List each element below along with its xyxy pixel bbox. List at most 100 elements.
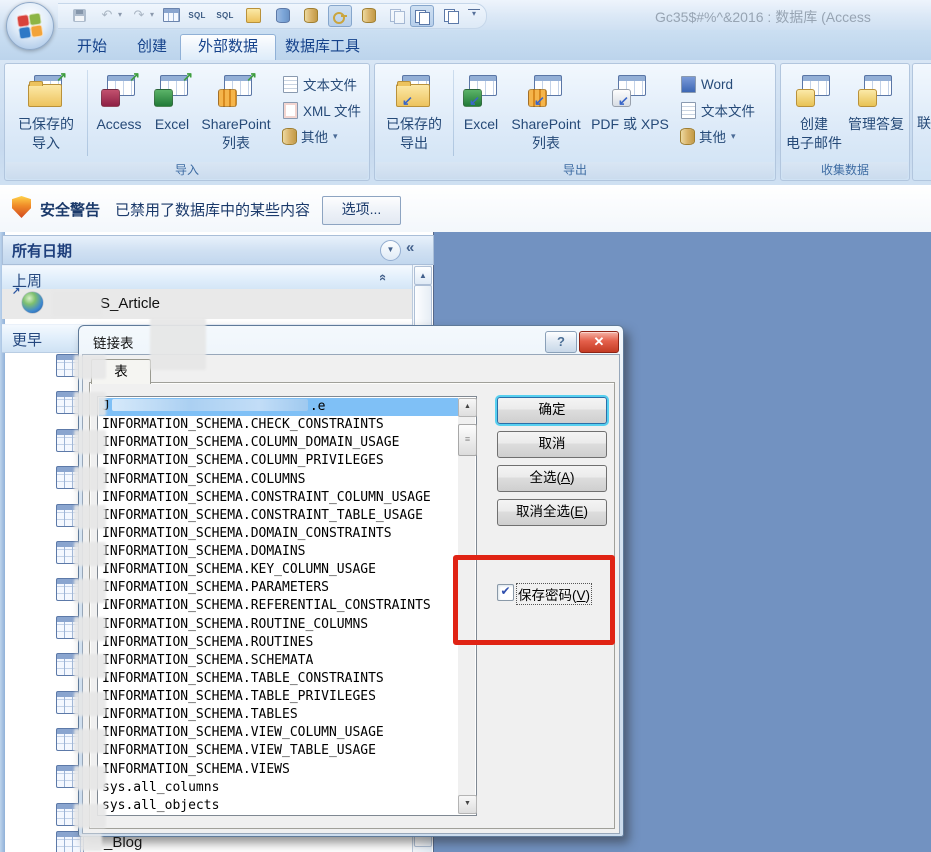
window-title: Gc35$#%^&2016 : 数据库 (Access — [655, 7, 871, 27]
deselect-all-button[interactable]: 取消全选(E) — [497, 499, 607, 526]
table-list-item[interactable]: sys.all_objects — [99, 797, 458, 814]
sharepoint-icon: ↗ — [218, 75, 254, 107]
import-text-file-button[interactable]: 文本文件 — [283, 73, 357, 95]
print-pages-icon[interactable] — [440, 5, 462, 25]
table-list-item[interactable]: INFORMATION_SCHEMA.TABLE_CONSTRAINTS — [99, 670, 458, 688]
table-list-item[interactable]: INFORMATION_SCHEMA.ROUTINES — [99, 634, 458, 652]
table-list-item[interactable]: sys.all_columns — [99, 779, 458, 797]
close-icon[interactable]: ✕ — [579, 331, 619, 353]
chevron-down-icon: ▾ — [333, 131, 338, 142]
ok-button[interactable]: 确定 — [497, 397, 607, 424]
table-list-item[interactable]: INFORMATION_SCHEMA.COLUMN_PRIVILEGES — [99, 452, 458, 470]
office-button[interactable] — [6, 2, 54, 50]
export-more-button[interactable]: 其他▾ — [681, 125, 736, 147]
access-window: Gc35$#%^&2016 : 数据库 (Access ↶ ▾ ↷ ▾ SQL … — [0, 0, 931, 852]
import-sharepoint-button[interactable]: ↗ SharePoint列表 — [195, 67, 277, 159]
save-icon[interactable] — [68, 5, 90, 25]
cancel-button[interactable]: 取消 — [497, 431, 607, 458]
manage-replies-icon — [858, 75, 894, 107]
linked-table-icon[interactable] — [300, 5, 322, 25]
table-list-item[interactable]: INFORMATION_SCHEMA.TABLES — [99, 706, 458, 724]
sql-query-icon[interactable]: SQL — [214, 5, 236, 25]
select-all-button[interactable]: 全选(A) — [497, 465, 607, 492]
table-list-item[interactable]: INFORMATION_SCHEMA.VIEW_COLUMN_USAGE — [99, 724, 458, 742]
ribbon: ↗ 已保存的导入 ↗ Access ↗ Excel ↗ SharePoint列表… — [0, 60, 931, 186]
table-list-item[interactable]: INFORMATION_SCHEMA.PARAMETERS — [99, 579, 458, 597]
table-list-item[interactable]: INFORMATION_SCHEMA.REFERENTIAL_CONSTRAIN… — [99, 597, 458, 615]
export-pdf-xps-button[interactable]: ↙ PDF 或 XPS — [587, 67, 673, 159]
dialog-title: 链接表 — [93, 332, 134, 352]
import-xml-file-button[interactable]: XML 文件 — [283, 99, 361, 121]
nav-menu-dropdown-icon[interactable]: ▼ — [380, 240, 401, 261]
ribbon-group-import: ↗ 已保存的导入 ↗ Access ↗ Excel ↗ SharePoint列表… — [4, 63, 370, 181]
table-list-item[interactable]: INFORMATION_SCHEMA.DOMAINS — [99, 543, 458, 561]
redacted-patch — [150, 318, 206, 370]
sql-view-icon[interactable]: SQL — [186, 5, 208, 25]
nav-item-article-label[interactable]: S_Article — [100, 295, 160, 312]
redo-icon[interactable]: ↷ — [128, 5, 150, 25]
help-icon[interactable]: ? — [545, 331, 577, 353]
import-access-button[interactable]: ↗ Access — [89, 67, 149, 159]
export-sharepoint-button[interactable]: ↙ SharePoint列表 — [505, 67, 587, 159]
table-list-item[interactable]: INFORMATION_SCHEMA.COLUMN_DOMAIN_USAGE — [99, 434, 458, 452]
redacted-patch — [74, 392, 106, 416]
redacted-patch — [74, 692, 106, 716]
collect-data-group-label[interactable]: 收集数据 — [782, 162, 908, 179]
table-list-item[interactable]: INFORMATION_SCHEMA.CHECK_CONSTRAINTS — [99, 416, 458, 434]
table-list-item[interactable]: INFORMATION_SCHEMA.ROUTINE_COLUMNS — [99, 616, 458, 634]
tab-home[interactable]: 开始 — [60, 34, 124, 60]
table-list-item[interactable]: INFORMATION_SCHEMA.CONSTRAINT_COLUMN_USA… — [99, 489, 458, 507]
switch-windows-icon[interactable] — [410, 5, 434, 27]
table-list-item[interactable]: INFORMATION_SCHEMA.SCHEMATA — [99, 652, 458, 670]
object-dependencies-icon[interactable] — [386, 5, 408, 25]
collapse-section-icon[interactable]: « — [376, 274, 391, 281]
import-more-button[interactable]: 其他▾ — [283, 125, 338, 147]
text-file-icon — [681, 102, 696, 119]
export-text-file-button[interactable]: 文本文件 — [681, 99, 755, 121]
shutter-bar-collapse-icon[interactable]: « — [406, 239, 414, 256]
table-list-item[interactable]: INFORMATION_SCHEMA.TABLE_PRIVILEGES — [99, 688, 458, 706]
ribbon-group-collect-data: 创建电子邮件 管理答复 收集数据 — [780, 63, 910, 181]
redacted-patch — [74, 766, 106, 790]
tab-external-data[interactable]: 外部数据 — [180, 34, 276, 61]
redacted-patch — [74, 430, 106, 454]
table-list-item[interactable]: INFORMATION_SCHEMA.KEY_COLUMN_USAGE — [99, 561, 458, 579]
more-sources-icon — [283, 129, 296, 144]
options-button[interactable]: 选项... — [322, 196, 401, 225]
table-list-item[interactable]: INFORMATION_SCHEMA.VIEWS — [99, 761, 458, 779]
table-list-item-selected[interactable]: J.e — [99, 398, 458, 416]
table-list-item[interactable]: INFORMATION_SCHEMA.CONSTRAINT_TABLE_USAG… — [99, 507, 458, 525]
saved-exports-button[interactable]: ↙ 已保存的导出 — [379, 67, 449, 159]
tab-database-tools[interactable]: 数据库工具 — [268, 34, 377, 60]
database-properties-icon[interactable] — [358, 5, 380, 25]
export-excel-button[interactable]: ↙ Excel — [457, 67, 505, 159]
scroll-up-icon[interactable]: ▲ — [414, 266, 432, 285]
create-email-button[interactable]: 创建电子邮件 — [783, 67, 845, 159]
scrollbar-thumb[interactable]: ≡ — [458, 424, 477, 456]
manage-replies-button[interactable]: 管理答复 — [845, 67, 907, 159]
nav-pane-title: 所有日期 — [12, 240, 72, 261]
export-word-button[interactable]: Word — [681, 73, 733, 95]
undo-dropdown-icon[interactable]: ▾ — [118, 10, 128, 19]
scroll-down-icon[interactable]: ▼ — [458, 795, 477, 814]
redacted-patch — [74, 467, 106, 491]
tab-create[interactable]: 创建 — [120, 34, 184, 60]
scroll-up-icon[interactable]: ▲ — [458, 398, 477, 417]
undo-icon[interactable]: ↶ — [96, 5, 118, 25]
import-group-label[interactable]: 导入 — [6, 162, 368, 179]
table-list-item[interactable]: INFORMATION_SCHEMA.VIEW_TABLE_USAGE — [99, 742, 458, 760]
redo-dropdown-icon[interactable]: ▾ — [150, 10, 160, 19]
redacted-patch — [74, 729, 106, 753]
datasheet-view-icon[interactable] — [160, 5, 182, 25]
refresh-data-icon[interactable] — [272, 5, 294, 25]
table-list[interactable]: J.e INFORMATION_SCHEMA.CHECK_CONSTRAINTS… — [97, 396, 477, 816]
manage-keys-icon[interactable] — [328, 5, 352, 27]
redacted-patch — [74, 804, 106, 828]
table-list-item[interactable]: INFORMATION_SCHEMA.COLUMNS — [99, 471, 458, 489]
export-group-label[interactable]: 导出 — [376, 162, 774, 179]
saved-imports-icon: ↗ — [28, 75, 64, 107]
property-sheet-icon[interactable] — [242, 5, 264, 25]
saved-imports-button[interactable]: ↗ 已保存的导入 — [7, 67, 85, 159]
table-list-item[interactable]: INFORMATION_SCHEMA.DOMAIN_CONSTRAINTS — [99, 525, 458, 543]
qat-customize-button[interactable]: ▾ — [468, 9, 480, 18]
